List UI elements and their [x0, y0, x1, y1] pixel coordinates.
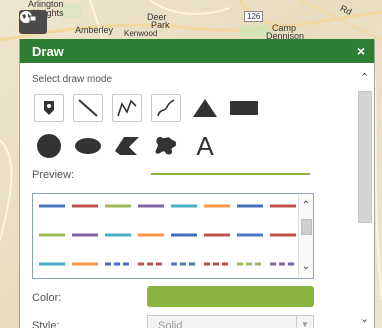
style-select-value: Solid: [158, 320, 183, 328]
chevron-up-icon[interactable]: ⌃: [299, 200, 313, 211]
basemap-button[interactable]: [19, 10, 47, 34]
close-icon[interactable]: ×: [357, 43, 365, 59]
panel-titlebar: Draw ×: [20, 39, 374, 63]
color-picker-swatch[interactable]: [147, 286, 314, 307]
panel-scrollbar[interactable]: ⌃ ⌄: [355, 63, 374, 328]
tool-rectangle[interactable]: [229, 94, 259, 122]
map-label-route-shield: 126: [244, 11, 264, 22]
chevron-down-icon[interactable]: ⌄: [355, 312, 374, 326]
style-preview-line: [151, 173, 310, 175]
tool-point[interactable]: [34, 94, 64, 122]
map-label-place: Kenwood: [124, 29, 158, 38]
text-icon: A: [196, 131, 214, 161]
triangle-icon: [193, 99, 217, 117]
tool-circle[interactable]: [34, 132, 64, 160]
chevron-down-icon[interactable]: ⌄: [299, 261, 313, 272]
polygon-icon: [115, 137, 139, 155]
tool-polygon[interactable]: [112, 132, 142, 160]
ellipse-icon: [75, 138, 101, 154]
style-label: Style:: [32, 320, 60, 328]
polyline-icon: [117, 99, 137, 117]
panel-title: Draw: [32, 43, 64, 59]
line-style-list[interactable]: ⌃ ⌄: [32, 193, 314, 279]
freehand-line-icon: [157, 99, 175, 117]
tool-freehand-polygon[interactable]: [151, 132, 181, 160]
panel-content: Select draw mode A Preview: ⌃ ⌄ Color: S…: [20, 63, 354, 328]
draw-tools-row: A: [34, 132, 229, 160]
line-style-list-scrollbar[interactable]: ⌃ ⌄: [298, 194, 313, 278]
draw-tools-row: [34, 94, 268, 122]
line-icon: [78, 99, 98, 117]
tool-freehand-line[interactable]: [151, 94, 181, 122]
tool-ellipse[interactable]: [73, 132, 103, 160]
tool-line[interactable]: [73, 94, 103, 122]
select-draw-mode-label: Select draw mode: [32, 74, 113, 85]
draw-panel: Draw × Select draw mode A Preview: ⌃ ⌄ C…: [19, 39, 375, 328]
tool-polyline[interactable]: [112, 94, 142, 122]
chevron-down-icon[interactable]: ▼: [296, 316, 313, 328]
tool-triangle[interactable]: [190, 94, 220, 122]
chevron-up-icon[interactable]: ⌃: [355, 71, 374, 85]
scroll-thumb[interactable]: [358, 91, 372, 223]
scroll-thumb[interactable]: [301, 219, 312, 235]
line-style-swatches[interactable]: [33, 194, 299, 278]
style-select[interactable]: Solid ▼: [147, 315, 314, 328]
color-label: Color:: [32, 292, 62, 304]
tool-text[interactable]: A: [190, 132, 220, 160]
freehand-polygon-icon: [155, 136, 177, 155]
pin-icon: [44, 101, 54, 115]
globe-icon: [20, 11, 37, 23]
preview-label: Preview:: [32, 169, 75, 181]
map-label-place: Amberley: [75, 25, 114, 35]
circle-icon: [37, 134, 61, 158]
rectangle-icon: [230, 101, 258, 115]
